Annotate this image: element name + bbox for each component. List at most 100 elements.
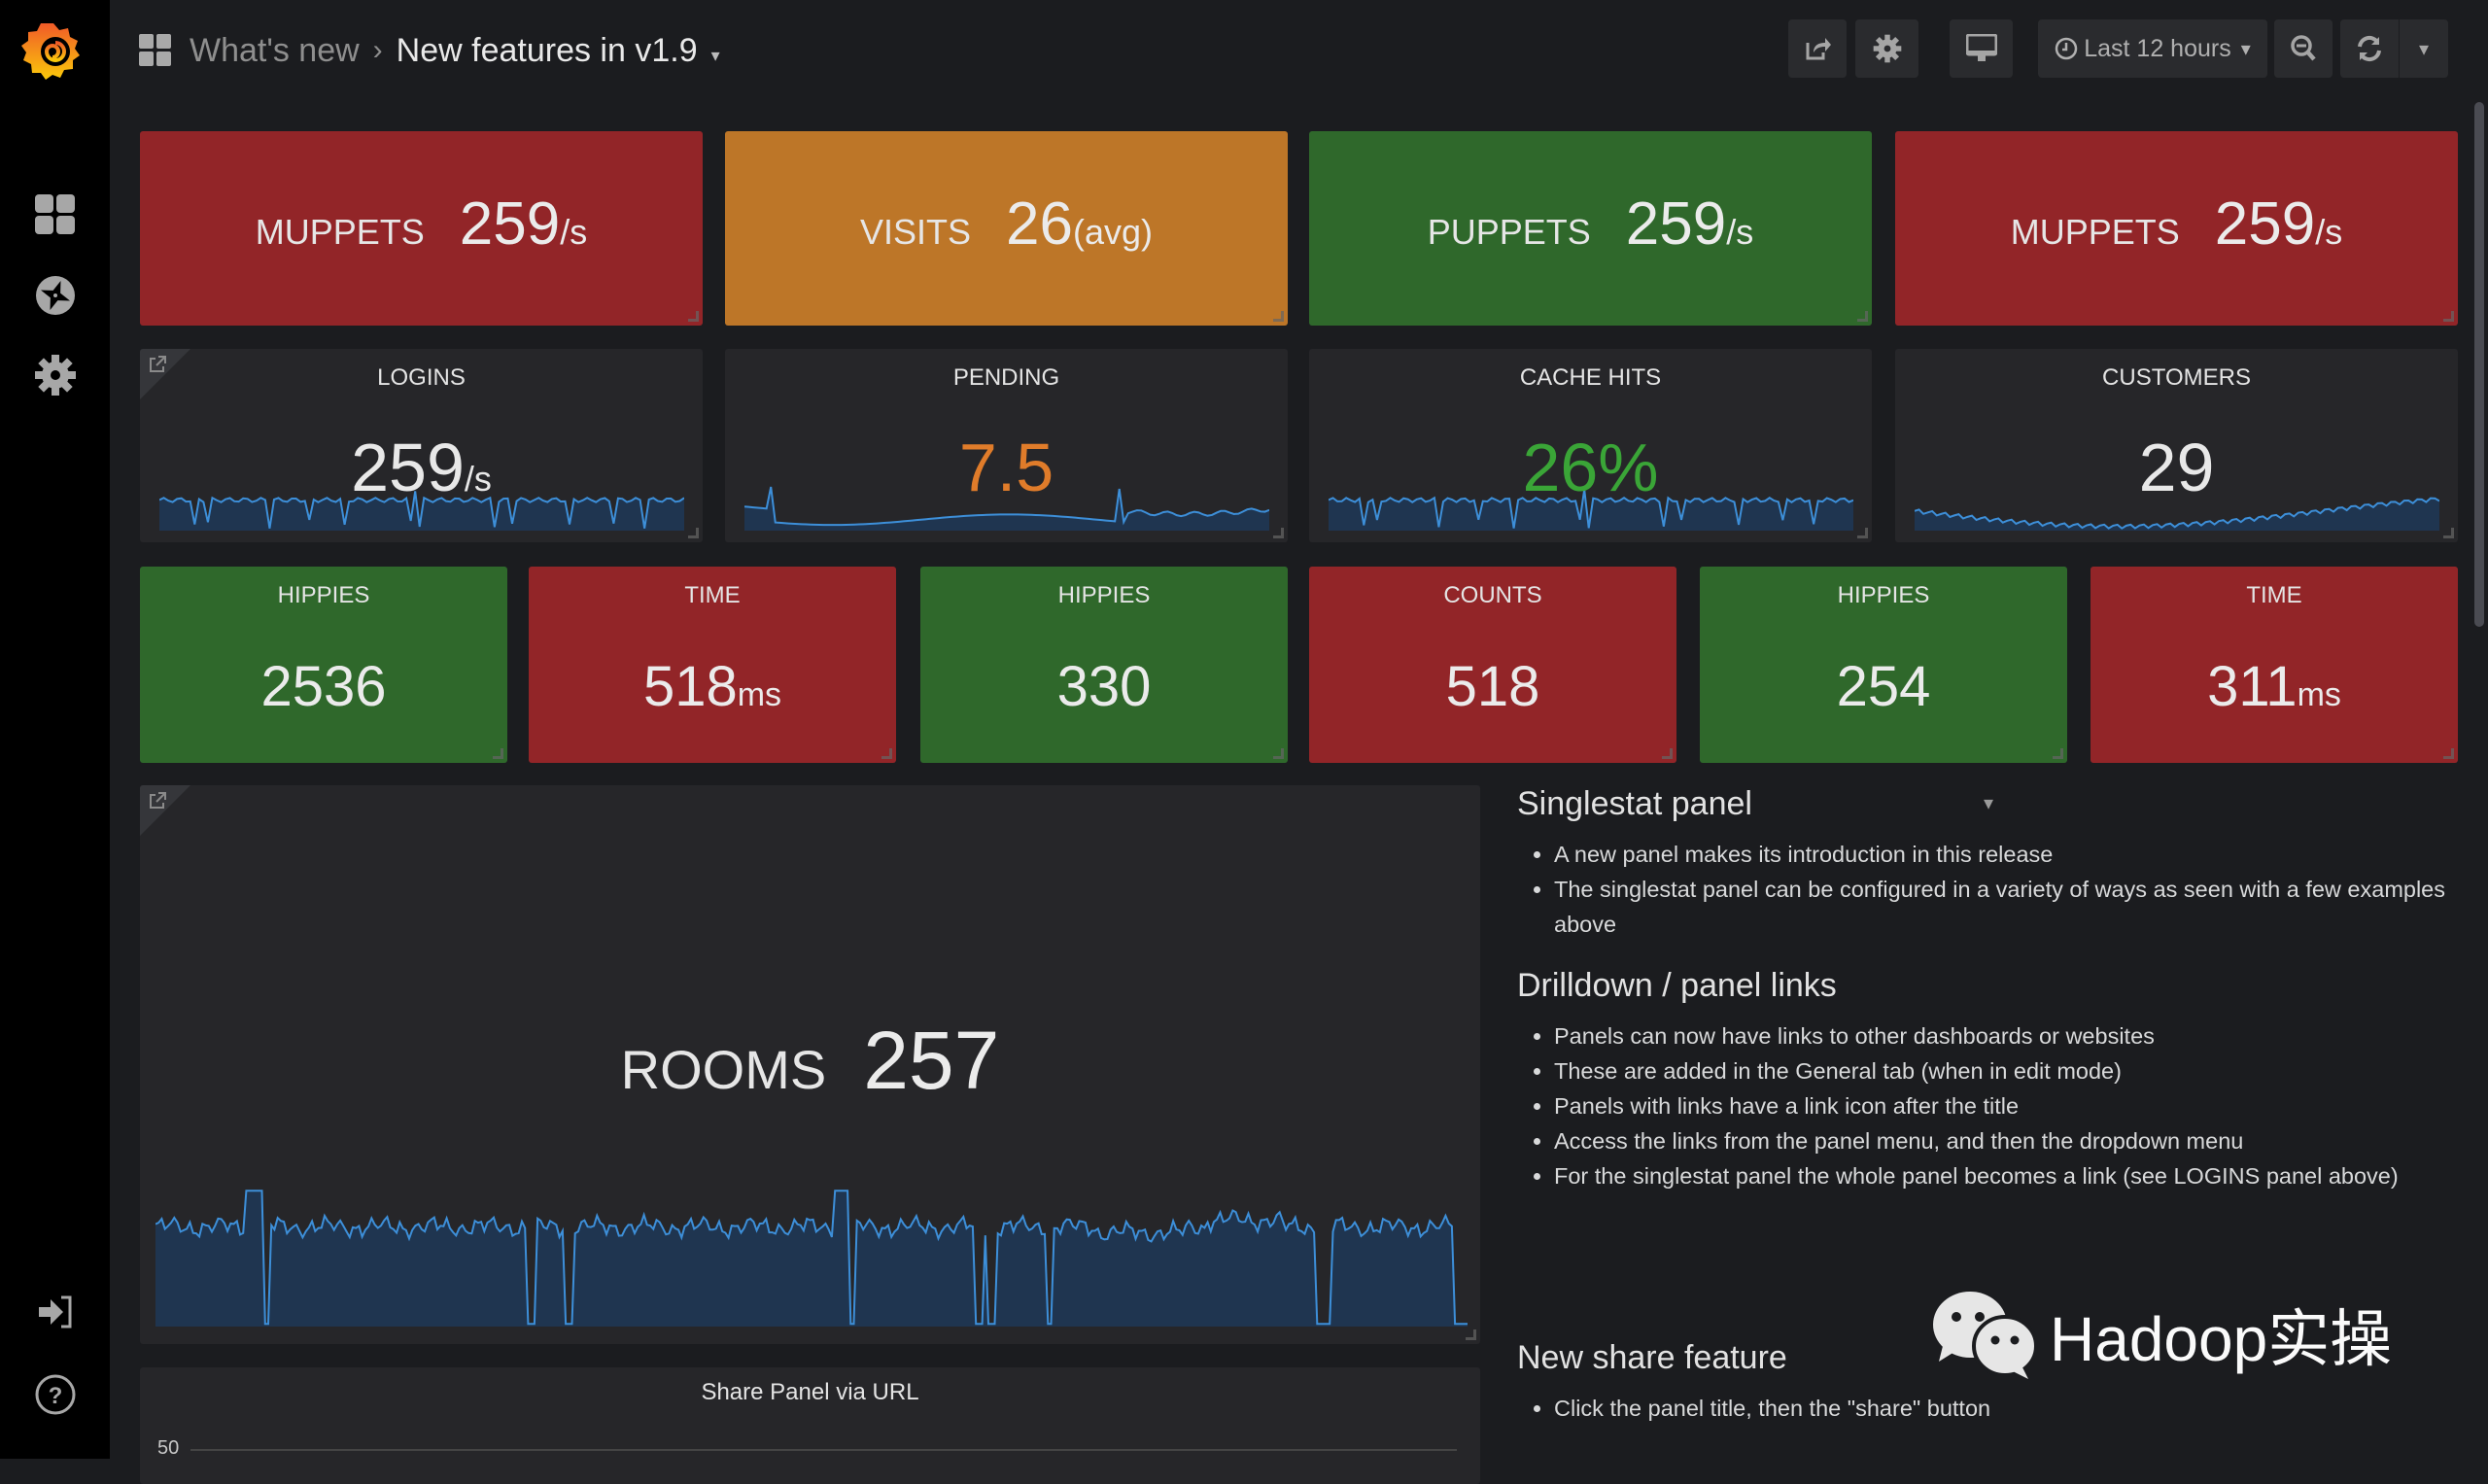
panel-title: CACHE HITS — [1519, 364, 1662, 391]
refresh-button[interactable] — [2340, 19, 2399, 78]
gear-icon — [35, 355, 76, 396]
singlestat-sparkline-panel[interactable]: LOGINS 259/s — [140, 349, 703, 542]
resize-handle[interactable] — [1273, 311, 1284, 322]
resize-handle[interactable] — [688, 311, 699, 322]
resize-handle[interactable] — [1273, 528, 1284, 538]
stat-value: 2536 — [260, 655, 387, 718]
resize-handle[interactable] — [1857, 311, 1868, 322]
sidebar-item-configuration[interactable] — [32, 352, 79, 398]
sign-in-icon — [39, 1295, 72, 1329]
singlestat-panel[interactable]: HIPPIES 2536 — [140, 567, 507, 763]
zoom-out-button[interactable] — [2274, 19, 2332, 78]
breadcrumb-parent-link[interactable]: What's new — [190, 32, 360, 70]
time-range-picker[interactable]: Last 12 hours ▾ — [2038, 19, 2267, 78]
panel-title: HIPPIES — [277, 582, 370, 608]
singlestat-panel[interactable]: MUPPETS 259/s — [140, 131, 703, 326]
dashboards-grid-icon — [139, 34, 171, 66]
list-item: The singlestat panel can be configured i… — [1554, 872, 2450, 942]
zoom-out-icon — [2291, 35, 2316, 61]
singlestat-panel[interactable]: COUNTS 518 — [1309, 567, 1676, 763]
stat-unit: ms — [737, 676, 782, 713]
panel-title[interactable]: Share Panel via URL — [140, 1379, 1480, 1406]
resize-handle[interactable] — [1273, 748, 1284, 759]
resize-handle[interactable] — [688, 528, 699, 538]
refresh-icon — [2358, 35, 2381, 62]
sparkline-area — [156, 1191, 1468, 1327]
resize-handle[interactable] — [881, 748, 892, 759]
singlestat-sparkline-panel[interactable]: CUSTOMERS 29 — [1895, 349, 2458, 542]
resize-handle[interactable] — [2443, 748, 2454, 759]
stat-value: 26% — [1522, 430, 1659, 505]
watermark-text: Hadoop实操 — [2050, 1304, 2393, 1374]
panel-menu-caret-icon[interactable]: ▾ — [1984, 791, 1993, 815]
sidebar-item-sign-in[interactable] — [32, 1289, 79, 1335]
top-navbar: What's new › New features in v1.9 ▾ Last… — [110, 0, 2488, 103]
stat-value: 311 — [2207, 655, 2298, 718]
singlestat-panel[interactable]: VISITS 26 (avg) — [725, 131, 1288, 326]
list-item: Access the links from the panel menu, an… — [1554, 1123, 2450, 1158]
stat-value: 254 — [1836, 655, 1931, 718]
stat-value: 26 — [1006, 190, 1073, 258]
list-item: A new panel makes its introduction in th… — [1554, 837, 2450, 872]
singlestat-panel[interactable]: HIPPIES 254 — [1700, 567, 2067, 763]
sidebar-item-explore[interactable] — [32, 272, 79, 319]
sidebar: ? — [0, 0, 110, 1459]
resize-handle[interactable] — [2443, 311, 2454, 322]
resize-handle[interactable] — [2443, 528, 2454, 538]
scrollbar[interactable] — [2474, 102, 2484, 627]
stat-value: 518 — [1445, 655, 1540, 718]
dashboard-settings-button[interactable] — [1855, 19, 1918, 78]
compass-icon — [36, 276, 75, 315]
time-range-label: Last 12 hours — [2084, 34, 2231, 62]
stat-value: 259 — [459, 190, 561, 258]
resize-handle[interactable] — [1466, 1329, 1476, 1340]
section-heading: Drilldown / panel links — [1517, 967, 1837, 1004]
grafana-logo[interactable] — [21, 17, 86, 82]
list-item: Click the panel title, then the "share" … — [1554, 1391, 2450, 1426]
panel-title: COUNTS — [1443, 582, 1542, 608]
stat-unit: /s — [464, 459, 492, 499]
refresh-interval-dropdown[interactable]: ▾ — [2400, 19, 2448, 78]
caret-down-icon[interactable]: ▾ — [711, 46, 720, 66]
grafana-logo-icon — [21, 23, 80, 80]
wechat-icon — [1933, 1292, 2038, 1379]
stat-value: 7.5 — [958, 430, 1054, 505]
singlestat-panel[interactable]: PUPPETS 259/s — [1309, 131, 1872, 326]
stat-value: 259 — [2214, 190, 2316, 258]
panel-title: LOGINS — [377, 364, 466, 391]
stat-unit: ms — [2297, 676, 2341, 713]
sidebar-item-help[interactable]: ? — [32, 1371, 79, 1418]
singlestat-panel[interactable]: MUPPETS 259/s — [1895, 131, 2458, 326]
external-link-icon[interactable] — [148, 791, 167, 811]
bullet-list: A new panel makes its introduction in th… — [1517, 837, 2450, 942]
y-axis-tick: 50 — [157, 1437, 180, 1459]
dashboard-title[interactable]: New features in v1.9 — [397, 32, 698, 70]
resize-handle[interactable] — [2053, 748, 2063, 759]
singlestat-panel[interactable]: TIME 518ms — [529, 567, 896, 763]
dashboards-grid-icon — [35, 194, 75, 234]
stat-unit: /s — [1726, 212, 1754, 252]
resize-handle[interactable] — [1662, 748, 1673, 759]
stat-value: 518 — [642, 655, 738, 718]
panel-title: PENDING — [952, 364, 1060, 391]
share-dashboard-button[interactable] — [1788, 19, 1847, 78]
tv-mode-button[interactable] — [1950, 19, 2013, 78]
singlestat-sparkline-panel[interactable]: CACHE HITS 26% — [1309, 349, 1872, 542]
resize-handle[interactable] — [493, 748, 503, 759]
caret-down-icon: ▾ — [2418, 38, 2430, 60]
singlestat-sparkline-panel[interactable]: PENDING 7.5 — [725, 349, 1288, 542]
singlestat-panel[interactable]: HIPPIES 330 — [920, 567, 1288, 763]
clock-icon — [2055, 37, 2078, 60]
list-item: Panels with links have a link icon after… — [1554, 1088, 2450, 1123]
svg-text:?: ? — [49, 1383, 63, 1409]
list-item: Panels can now have links to other dashb… — [1554, 1018, 2450, 1053]
monitor-icon — [1965, 34, 1997, 61]
share-panel-via-url[interactable]: Share Panel via URL 50 — [140, 1367, 1480, 1484]
stat-unit: /s — [2315, 212, 2343, 252]
sidebar-item-dashboards[interactable] — [32, 191, 79, 238]
singlestat-panel[interactable]: TIME 311ms — [2091, 567, 2458, 763]
caret-down-icon: ▾ — [2240, 38, 2251, 60]
rooms-panel[interactable]: ROOMS 257 — [140, 785, 1480, 1344]
resize-handle[interactable] — [1857, 528, 1868, 538]
stat-value: 259 — [1625, 190, 1727, 258]
